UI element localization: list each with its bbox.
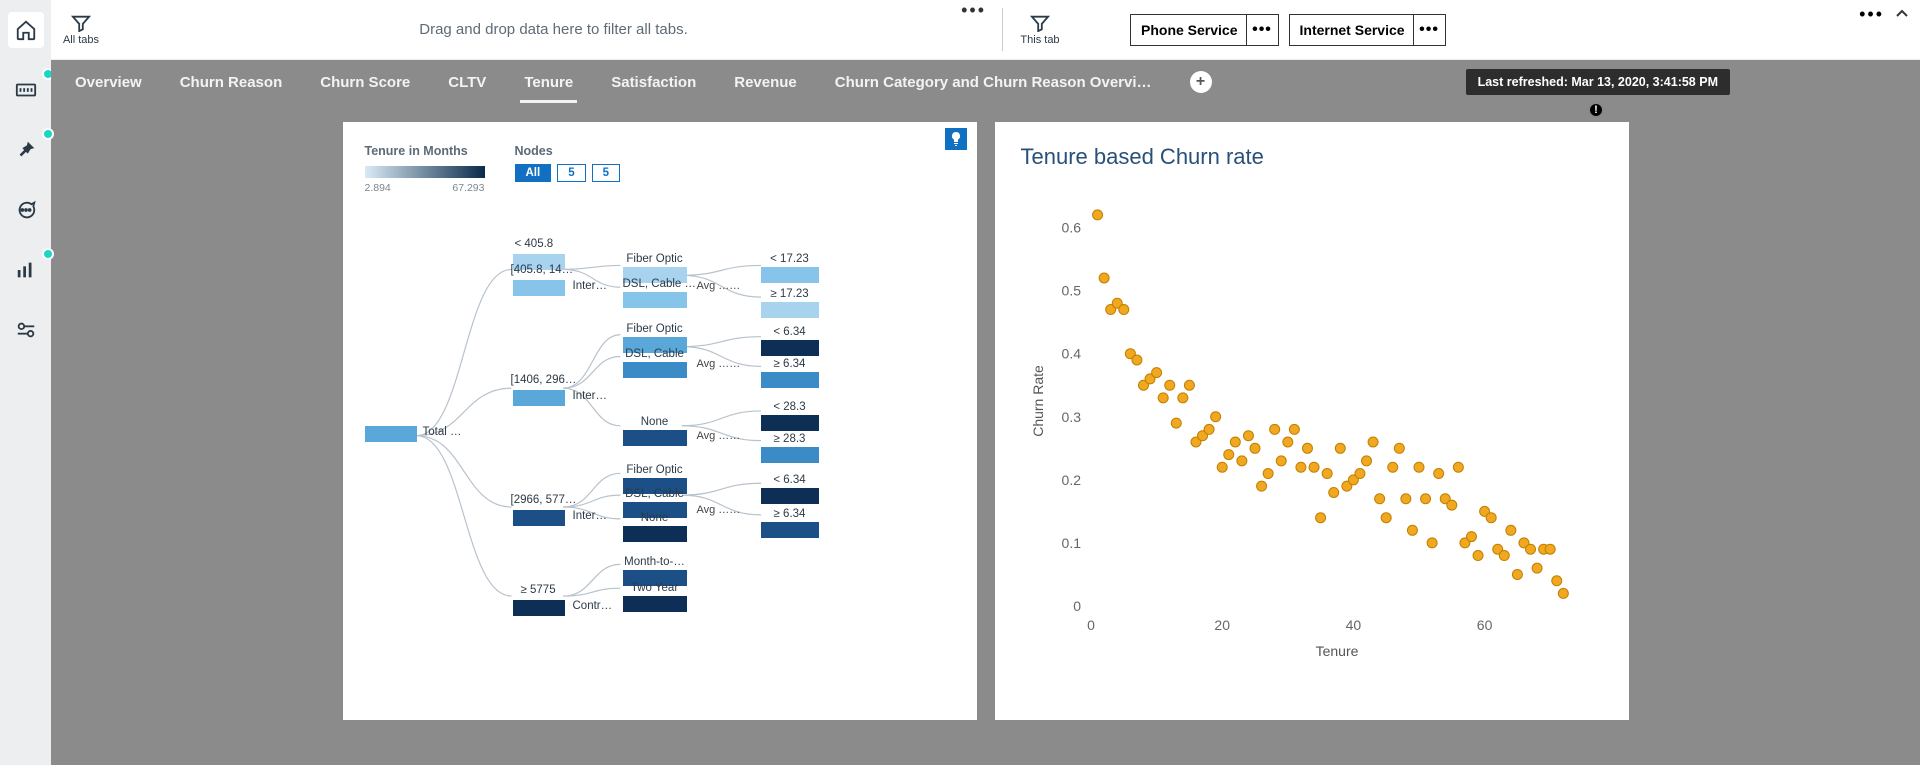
more-icon[interactable]: ••• xyxy=(1859,4,1884,25)
tab-overview[interactable]: Overview xyxy=(75,74,142,91)
chip-label: Internet Service xyxy=(1300,22,1405,38)
filter-this-tab-label: This tab xyxy=(1020,34,1059,46)
scatter-card[interactable]: Tenure based Churn rate 0 0.1 0.2 0.3 0.4 0.5… xyxy=(995,122,1629,720)
filter-all-tabs[interactable]: All tabs xyxy=(51,14,111,46)
chip-more-icon[interactable]: ••• xyxy=(1246,15,1278,45)
decision-tree-card[interactable]: Tenure in Months 2.89467.293 Nodes All 5… xyxy=(343,122,977,720)
tab-churn-reason[interactable]: Churn Reason xyxy=(180,74,283,91)
home-icon[interactable] xyxy=(8,12,44,48)
legend-gradient xyxy=(365,166,485,178)
chip-more-icon[interactable]: ••• xyxy=(1413,15,1445,45)
legend-title: Tenure in Months xyxy=(365,144,468,158)
svg-text:0.2: 0.2 xyxy=(1061,472,1081,488)
nodes-5b-button[interactable]: 5 xyxy=(592,164,620,182)
svg-text:Churn Rate: Churn Rate xyxy=(1030,365,1046,437)
tree-root: Total … xyxy=(423,426,462,438)
svg-text:0: 0 xyxy=(1087,617,1095,633)
nodes-title: Nodes xyxy=(515,144,553,158)
tab-tenure[interactable]: Tenure xyxy=(524,74,573,91)
nodes-all-button[interactable]: All xyxy=(515,164,552,182)
insight-icon[interactable] xyxy=(945,128,967,150)
badge-dot xyxy=(42,128,54,140)
svg-text:0.1: 0.1 xyxy=(1061,535,1081,551)
chip-label: Phone Service xyxy=(1141,22,1238,38)
badge-dot xyxy=(42,248,54,260)
svg-text:60: 60 xyxy=(1476,617,1492,633)
pin-icon[interactable] xyxy=(8,132,44,168)
svg-text:0.6: 0.6 xyxy=(1061,220,1081,236)
filter-drop-hint: Drag and drop data here to filter all ta… xyxy=(111,21,996,38)
svg-text:0.3: 0.3 xyxy=(1061,409,1081,425)
tab-cltv[interactable]: CLTV xyxy=(448,74,486,91)
nodes-5a-button[interactable]: 5 xyxy=(557,164,585,182)
nav-rail xyxy=(0,0,51,765)
scatter-plot: 0 0.1 0.2 0.3 0.4 0.5 0.6 0 20 40 60 Churn Rate Tenu… xyxy=(1021,186,1603,666)
svg-text:0: 0 xyxy=(1073,598,1081,614)
filter-chip-phone-service[interactable]: Phone Service ••• xyxy=(1130,14,1279,46)
warning-badge[interactable]: ! xyxy=(1588,102,1604,118)
svg-text:0.4: 0.4 xyxy=(1061,346,1081,362)
svg-text:0.5: 0.5 xyxy=(1061,283,1081,299)
add-tab-button[interactable]: + xyxy=(1190,71,1212,93)
data-icon[interactable] xyxy=(8,72,44,108)
svg-text:Tenure: Tenure xyxy=(1315,643,1358,659)
scatter-title: Tenure based Churn rate xyxy=(1021,144,1603,170)
filter-chip-internet-service[interactable]: Internet Service ••• xyxy=(1289,14,1446,46)
tab-satisfaction[interactable]: Satisfaction xyxy=(611,74,696,91)
tab-bar: Overview Churn Reason Churn Score CLTV T… xyxy=(51,60,1920,104)
last-refreshed: Last refreshed: Mar 13, 2020, 3:41:58 PM xyxy=(1466,60,1730,104)
tab-churn-score[interactable]: Churn Score xyxy=(320,74,410,91)
more-icon[interactable]: ••• xyxy=(961,0,986,21)
chat-icon[interactable] xyxy=(8,192,44,228)
svg-text:40: 40 xyxy=(1345,617,1361,633)
chart-icon[interactable] xyxy=(8,252,44,288)
svg-text:20: 20 xyxy=(1214,617,1230,633)
collapse-icon[interactable] xyxy=(1894,6,1910,27)
settings-icon[interactable] xyxy=(8,312,44,348)
filter-all-tabs-label: All tabs xyxy=(63,34,99,46)
tab-revenue[interactable]: Revenue xyxy=(734,74,797,91)
decision-tree: Total … < 405.8 [405.8, 14… Inter… [1406… xyxy=(365,208,959,708)
tab-churn-category[interactable]: Churn Category and Churn Reason Overvi… xyxy=(835,74,1152,91)
filter-this-tab[interactable]: This tab xyxy=(1010,14,1070,46)
last-refreshed-text: Last refreshed: Mar 13, 2020, 3:41:58 PM xyxy=(1466,69,1730,96)
filter-bar: All tabs Drag and drop data here to filt… xyxy=(51,0,1920,60)
dashboard-canvas: Tenure in Months 2.89467.293 Nodes All 5… xyxy=(51,104,1920,765)
